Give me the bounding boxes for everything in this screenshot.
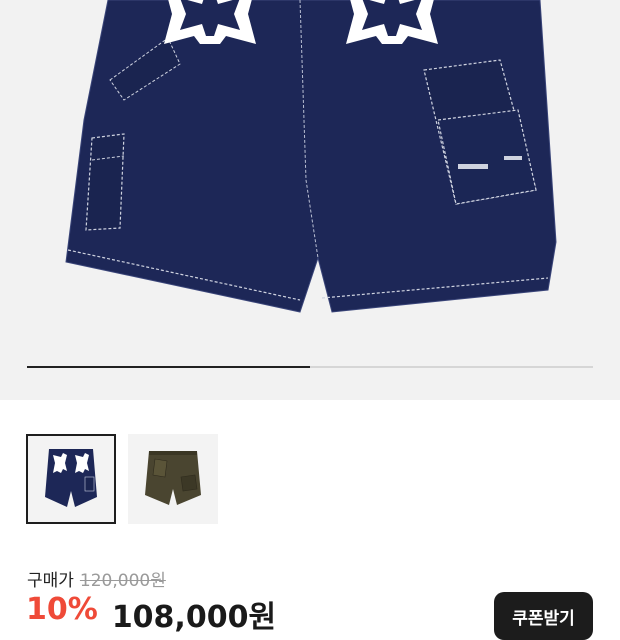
coupon-download-button[interactable]: 쿠폰받기 — [494, 592, 593, 640]
original-price: 120,000원 — [79, 571, 166, 591]
slide-progress-fill — [27, 366, 310, 368]
thumbnail-list — [26, 434, 218, 524]
slide-progress-track[interactable] — [27, 366, 593, 368]
olive-shorts-thumbnail-image — [145, 451, 201, 505]
sale-price-row: 10% 108,000원 — [26, 592, 276, 636]
purchase-price-row: 구매가 120,000원 — [27, 566, 166, 591]
purchase-label: 구매가 — [27, 571, 74, 591]
denim-shorts-image — [65, 0, 557, 313]
product-hero-image[interactable] — [0, 0, 620, 400]
discount-rate: 10% — [26, 592, 98, 627]
thumbnail-olive-shorts[interactable] — [128, 434, 218, 524]
sale-price: 108,000원 — [111, 600, 277, 635]
navy-shorts-thumbnail-image — [45, 449, 97, 507]
thumbnail-navy-shorts[interactable] — [26, 434, 116, 524]
